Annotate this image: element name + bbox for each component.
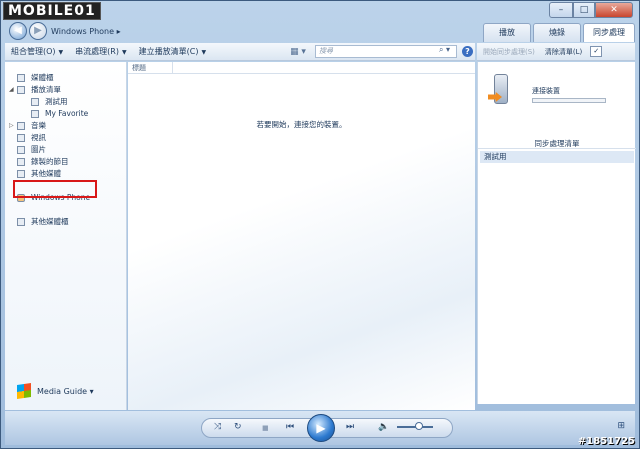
chevron-down-icon: ▼ xyxy=(121,49,127,56)
sync-options-icon[interactable]: ✓ xyxy=(590,46,603,57)
tab-burn[interactable]: 燒錄 xyxy=(533,23,581,42)
wmp-window: MOBILE01 – □ ✕ ◀ ▶ Windows Phone ▸ 播放 燒錄… xyxy=(0,0,640,449)
organize-label: 組合管理(O) xyxy=(11,47,56,56)
sync-pane: 連接裝置 同步處理清單 測試用 xyxy=(477,62,636,404)
sidebar-item-label: 播放清單 xyxy=(31,85,61,94)
connect-device-label: 連接裝置 xyxy=(532,87,560,95)
chevron-down-icon: ▼ xyxy=(58,49,64,56)
view-options-icon[interactable]: ▦ ▾ xyxy=(290,47,306,57)
stream-label: 串流處理(R) xyxy=(75,47,119,56)
media-guide-link[interactable]: Media Guide ▾ xyxy=(17,383,94,399)
sync-toolbar: 開始同步處理(S) 清除清單(L) ✓ xyxy=(477,43,635,61)
library-icon xyxy=(17,74,25,82)
sidebar-item-video[interactable]: 視訊 xyxy=(5,132,126,144)
navigation-bar: ◀ ▶ Windows Phone ▸ 播放 燒錄 同步處理 xyxy=(5,21,635,43)
other-libraries-icon xyxy=(17,218,25,226)
sidebar-item-recorded-tv[interactable]: 錄製的節目 xyxy=(5,156,126,168)
sidebar-item-playlists[interactable]: ◢ 播放清單 xyxy=(5,84,126,96)
create-playlist-label: 建立播放清單(C) xyxy=(138,47,199,56)
sidebar-item-my-favorite[interactable]: My Favorite xyxy=(5,108,126,120)
video-icon xyxy=(17,134,25,142)
playlist-icon xyxy=(31,98,39,106)
clear-list-button[interactable]: 清除清單(L) xyxy=(535,47,582,57)
shuffle-icon[interactable]: ⤨ xyxy=(214,422,221,432)
sidebar-item-label: 圖片 xyxy=(31,145,46,154)
sidebar-item-label: 視訊 xyxy=(31,133,46,142)
column-title[interactable]: 標題 xyxy=(132,63,146,73)
player-controls: ⤨ ↻ ■ ⏮ ⏭ 🔈 ▶ ⊞ xyxy=(5,411,635,445)
device-capacity-bar xyxy=(532,98,606,103)
sidebar-item-label: 錄製的節目 xyxy=(31,157,69,166)
annotation-highlight-box xyxy=(13,180,97,198)
play-button[interactable]: ▶ xyxy=(307,414,335,442)
mobile01-logo: MOBILE01 xyxy=(3,2,101,20)
minimize-button[interactable]: – xyxy=(549,2,573,18)
sidebar-item-label: My Favorite xyxy=(45,109,89,118)
back-button[interactable]: ◀ xyxy=(9,22,27,40)
expand-arrow-icon[interactable]: ◢ xyxy=(9,84,14,96)
sidebar-item-label: 其他媒體 xyxy=(31,169,61,178)
repeat-icon[interactable]: ↻ xyxy=(234,422,242,432)
tab-bar: 播放 燒錄 同步處理 xyxy=(483,23,635,42)
volume-icon[interactable]: 🔈 xyxy=(378,422,389,432)
sidebar-item-music[interactable]: ▷ 音樂 xyxy=(5,120,126,132)
tab-play[interactable]: 播放 xyxy=(483,23,531,42)
sidebar-item-label: 媒體櫃 xyxy=(31,73,54,82)
sidebar-item-label: 其他媒體櫃 xyxy=(31,217,69,226)
volume-slider-handle[interactable] xyxy=(415,422,423,430)
recorded-tv-icon xyxy=(17,158,25,166)
help-icon[interactable]: ? xyxy=(462,46,473,57)
music-note-icon xyxy=(17,122,25,130)
create-playlist-menu[interactable]: 建立播放清單(C) ▼ xyxy=(133,46,212,57)
stop-icon[interactable]: ■ xyxy=(262,424,269,432)
column-header: 標題 xyxy=(128,62,475,74)
previous-icon[interactable]: ⏮ xyxy=(286,422,294,432)
media-guide-label: Media Guide ▾ xyxy=(37,386,94,396)
sync-list-title: 同步處理清單 xyxy=(478,138,636,149)
start-sync-button[interactable]: 開始同步處理(S) xyxy=(477,47,535,57)
sidebar-item-library[interactable]: 媒體櫃 xyxy=(5,72,126,84)
other-media-icon xyxy=(17,170,25,178)
windows-logo-icon xyxy=(17,383,31,399)
next-icon[interactable]: ⏭ xyxy=(346,422,354,432)
search-icon[interactable]: ⌕ ▾ xyxy=(439,45,450,55)
navigation-pane: 媒體櫃 ◢ 播放清單 測試用 My Favorite ▷ 音樂 視訊 圖片 錄製… xyxy=(5,62,127,410)
picture-icon xyxy=(17,146,25,154)
expand-arrow-icon[interactable]: ▷ xyxy=(9,120,14,132)
playlist-icon xyxy=(17,86,25,94)
sidebar-item-other-media[interactable]: 其他媒體 xyxy=(5,168,126,180)
sidebar-item-test-playlist[interactable]: 測試用 xyxy=(5,96,126,108)
window-controls: – □ ✕ xyxy=(549,2,633,18)
forward-button[interactable]: ▶ xyxy=(29,22,47,40)
sidebar-item-other-libraries[interactable]: 其他媒體櫃 xyxy=(5,216,126,228)
search-input[interactable]: 搜尋 xyxy=(315,45,457,58)
content-pane: 標題 若要開始，連接您的裝置。 xyxy=(128,62,475,410)
switch-to-now-playing-icon[interactable]: ⊞ xyxy=(617,421,625,431)
column-divider[interactable] xyxy=(172,62,173,74)
library-toolbar: 組合管理(O) ▼ 串流處理(R) ▼ 建立播放清單(C) ▼ ▦ ▾ 搜尋 ⌕ ▾ … xyxy=(5,43,475,61)
breadcrumb[interactable]: Windows Phone ▸ xyxy=(51,23,471,40)
device-sync-icon xyxy=(488,74,512,110)
stream-menu[interactable]: 串流處理(R) ▼ xyxy=(69,46,132,57)
tab-sync[interactable]: 同步處理 xyxy=(583,23,635,42)
sync-list-item[interactable]: 測試用 xyxy=(480,151,634,163)
library-tree: 媒體櫃 ◢ 播放清單 測試用 My Favorite ▷ 音樂 視訊 圖片 錄製… xyxy=(5,62,126,228)
organize-menu[interactable]: 組合管理(O) ▼ xyxy=(5,46,69,57)
maximize-button[interactable]: □ xyxy=(573,2,595,18)
sidebar-item-pictures[interactable]: 圖片 xyxy=(5,144,126,156)
post-id-watermark: #1851725 xyxy=(577,436,635,447)
close-button[interactable]: ✕ xyxy=(595,2,633,18)
connect-device-hint: 若要開始，連接您的裝置。 xyxy=(256,120,347,129)
playlist-icon xyxy=(31,110,39,118)
sidebar-item-label: 音樂 xyxy=(31,121,46,130)
chevron-down-icon: ▼ xyxy=(201,49,207,56)
sidebar-item-label: 測試用 xyxy=(45,97,68,106)
